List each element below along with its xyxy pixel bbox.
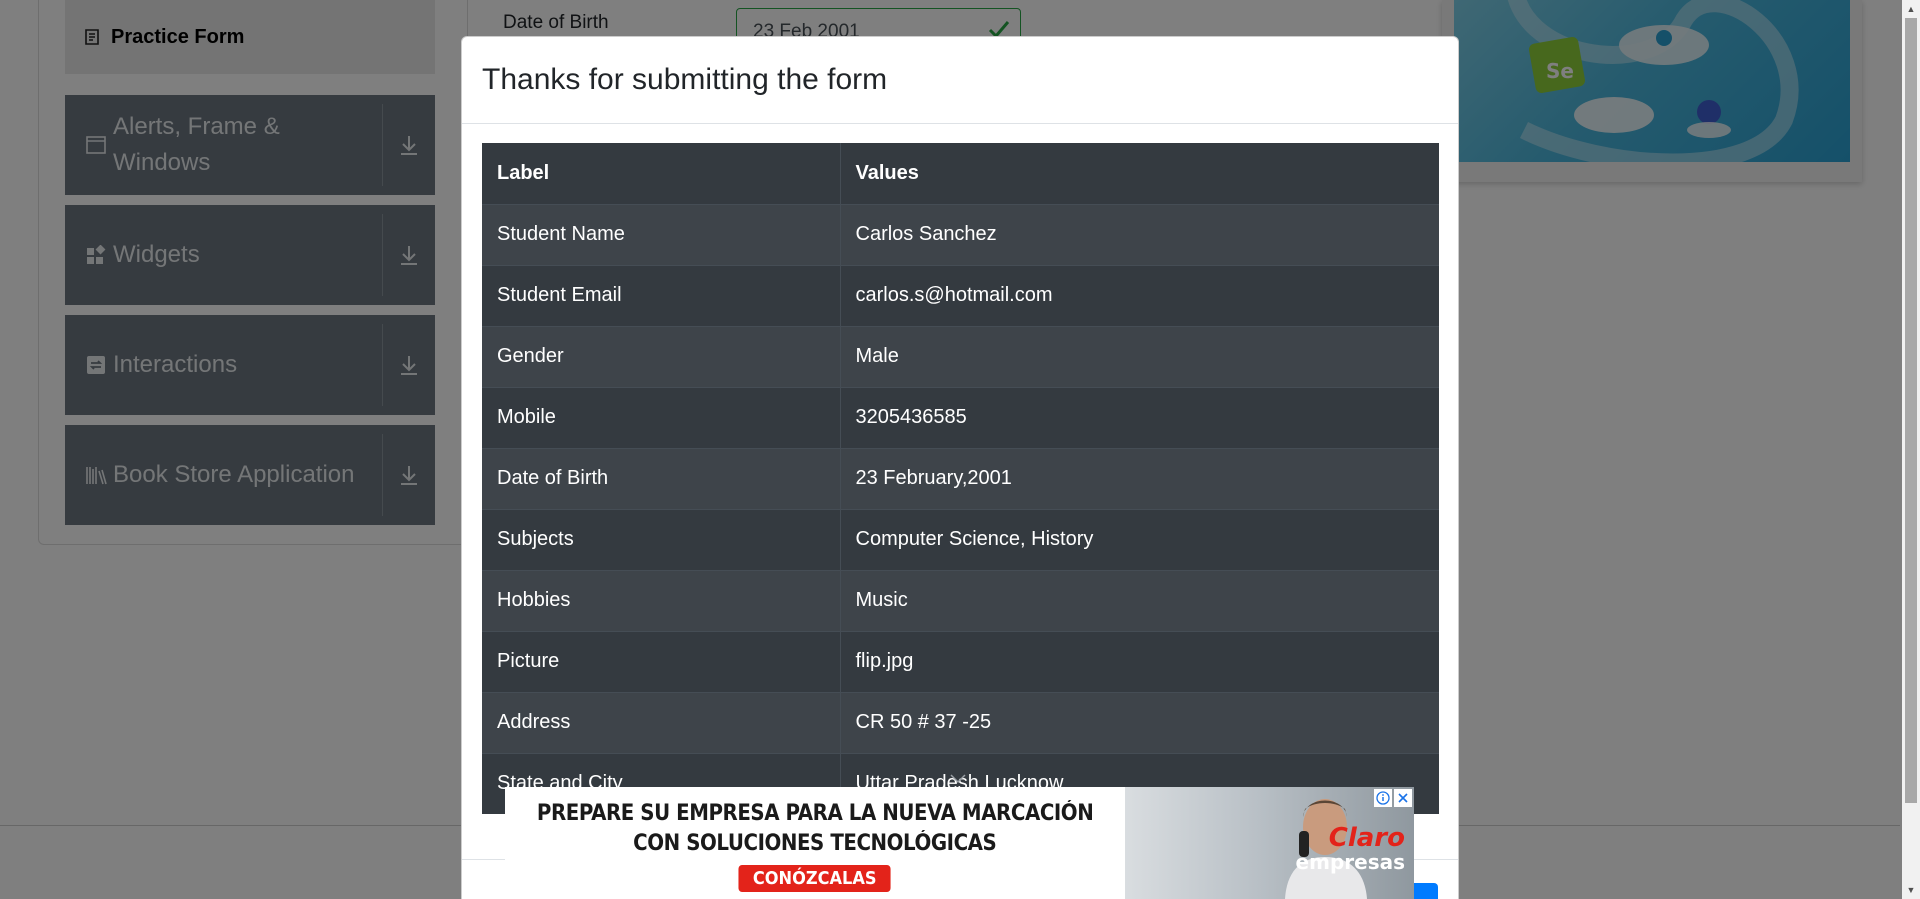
- row-label: Address: [482, 691, 841, 753]
- page-scrollbar[interactable]: ▲ ▼: [1902, 0, 1920, 899]
- ad-collapse-icon[interactable]: [948, 772, 968, 786]
- ad-info-icon[interactable]: [1374, 789, 1392, 807]
- row-value: Male: [840, 325, 1439, 387]
- submission-modal: Thanks for submitting the form Label Val…: [461, 36, 1459, 899]
- ad-close-icon[interactable]: [1394, 789, 1412, 807]
- table-row: Address CR 50 # 37 -25: [482, 691, 1439, 753]
- table-header-row: Label Values: [482, 143, 1439, 204]
- table-row: Gender Male: [482, 325, 1439, 387]
- row-label: Subjects: [482, 508, 841, 570]
- table-row: Student Email carlos.s@hotmail.com: [482, 264, 1439, 326]
- ad-headline-1: PREPARE SU EMPRESA PARA LA NUEVA MARCACI…: [536, 801, 1094, 826]
- column-header-label: Label: [482, 143, 841, 204]
- modal-header: Thanks for submitting the form: [462, 37, 1458, 124]
- column-header-values: Values: [840, 143, 1439, 204]
- row-label: Mobile: [482, 386, 841, 448]
- row-label: Date of Birth: [482, 447, 841, 509]
- ad-brand-name: Claro: [1328, 823, 1405, 853]
- row-value: Carlos Sanchez: [840, 203, 1439, 265]
- row-label: Hobbies: [482, 569, 841, 631]
- modal-body: Label Values Student Name Carlos Sanchez …: [462, 124, 1458, 833]
- table-row: Picture flip.jpg: [482, 630, 1439, 692]
- ad-headline-2: CON SOLUCIONES TECNOLÓGICAS: [633, 831, 997, 856]
- row-value: 3205436585: [840, 386, 1439, 448]
- ad-cta-button[interactable]: CONÓZCALAS: [738, 865, 892, 892]
- scrollbar-thumb[interactable]: [1905, 18, 1917, 803]
- results-table: Label Values Student Name Carlos Sanchez …: [482, 143, 1439, 814]
- ad-brand-logo: Claro empresas: [1295, 825, 1405, 873]
- row-value: Music: [840, 569, 1439, 631]
- modal-title: Thanks for submitting the form: [482, 63, 888, 96]
- row-value: CR 50 # 37 -25: [840, 691, 1439, 753]
- table-row: Hobbies Music: [482, 569, 1439, 631]
- row-label: Gender: [482, 325, 841, 387]
- row-value: carlos.s@hotmail.com: [840, 264, 1439, 326]
- row-label: Student Email: [482, 264, 841, 326]
- row-value: flip.jpg: [840, 630, 1439, 692]
- scroll-down-arrow-icon[interactable]: ▼: [1902, 881, 1920, 899]
- advertisement[interactable]: PREPARE SU EMPRESA PARA LA NUEVA MARCACI…: [505, 787, 1414, 899]
- row-label: Picture: [482, 630, 841, 692]
- ad-brand-sub: empresas: [1295, 850, 1405, 874]
- row-value: 23 February,2001: [840, 447, 1439, 509]
- table-row: Mobile 3205436585: [482, 386, 1439, 448]
- row-label: Student Name: [482, 203, 841, 265]
- row-value: Computer Science, History: [840, 508, 1439, 570]
- table-row: Student Name Carlos Sanchez: [482, 203, 1439, 265]
- table-row: Subjects Computer Science, History: [482, 508, 1439, 570]
- ad-copy: PREPARE SU EMPRESA PARA LA NUEVA MARCACI…: [505, 787, 1125, 899]
- scroll-up-arrow-icon[interactable]: ▲: [1902, 0, 1920, 18]
- table-row: Date of Birth 23 February,2001: [482, 447, 1439, 509]
